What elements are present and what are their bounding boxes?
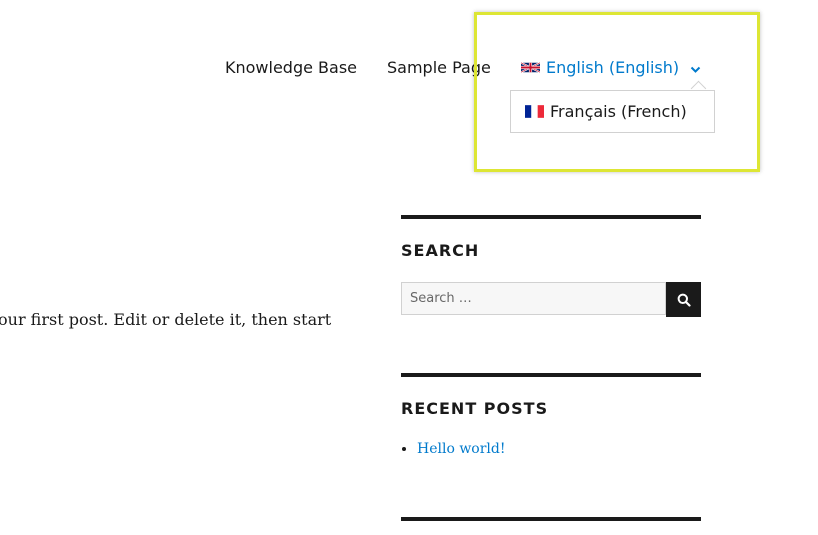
recent-post-link[interactable]: Hello world! bbox=[417, 441, 506, 457]
search-button[interactable] bbox=[666, 282, 701, 317]
search-icon bbox=[677, 293, 691, 307]
language-switcher-current[interactable]: English (English) bbox=[521, 58, 679, 77]
language-option-french[interactable]: Français (French) bbox=[525, 102, 687, 121]
recent-posts-list: Hello world! bbox=[401, 441, 506, 457]
uk-flag-icon bbox=[521, 61, 540, 74]
language-current-label: English (English) bbox=[546, 58, 680, 77]
post-excerpt: our first post. Edit or delete it, then … bbox=[0, 310, 332, 329]
recent-posts-widget-title: RECENT POSTS bbox=[401, 399, 549, 418]
recent-posts-widget-rule bbox=[401, 373, 701, 377]
next-widget-rule bbox=[401, 517, 701, 521]
search-widget-title: SEARCH bbox=[401, 241, 480, 260]
nav-link-knowledge-base[interactable]: Knowledge Base bbox=[225, 58, 357, 77]
french-flag-icon bbox=[525, 105, 544, 118]
language-submenu: Français (French) bbox=[510, 90, 715, 133]
search-input[interactable] bbox=[401, 282, 666, 315]
list-item: Hello world! bbox=[417, 441, 506, 457]
chevron-down-icon[interactable] bbox=[690, 66, 701, 74]
nav-link-sample-page[interactable]: Sample Page bbox=[387, 58, 491, 77]
language-option-label: Français (French) bbox=[550, 102, 687, 121]
search-widget-rule bbox=[401, 215, 701, 219]
